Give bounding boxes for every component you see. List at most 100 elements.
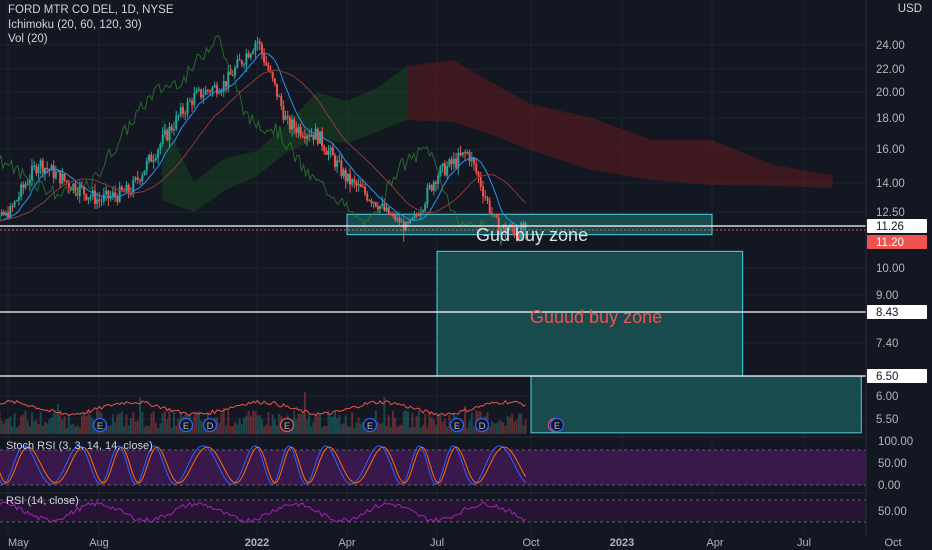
stoch-rsi-legend[interactable]: Stoch RSI (3, 3, 14, 14, close) xyxy=(6,440,153,452)
candle-body xyxy=(282,106,285,120)
volume-bar xyxy=(299,414,302,434)
price-tick-label: 14.00 xyxy=(876,178,905,190)
candle-body xyxy=(434,181,437,184)
volume-bar xyxy=(152,411,155,434)
candle-body xyxy=(209,90,212,93)
candle-body xyxy=(172,128,175,131)
ichimoku-legend[interactable]: Ichimoku (20, 60, 120, 30) xyxy=(8,19,142,31)
volume-bar xyxy=(396,426,399,434)
candle-body xyxy=(464,152,467,154)
chart-container[interactable]: EEDEEEDEE24.0022.0020.0018.0016.0014.001… xyxy=(0,0,932,550)
volume-bar xyxy=(258,415,261,434)
volume-bar xyxy=(120,411,123,434)
volume-bar xyxy=(338,414,341,434)
volume-legend[interactable]: Vol (20) xyxy=(8,33,48,45)
volume-bar xyxy=(195,411,198,434)
candle-body xyxy=(252,51,255,54)
chart-canvas[interactable]: EEDEEEDEE24.0022.0020.0018.0016.0014.001… xyxy=(0,0,932,550)
candle-body xyxy=(11,206,14,208)
candle-body xyxy=(466,152,469,154)
volume-bar xyxy=(33,421,36,434)
candle-body xyxy=(2,212,5,216)
volume-bar xyxy=(116,414,119,434)
volume-bar xyxy=(310,426,313,434)
volume-bar xyxy=(434,424,437,434)
volume-bar xyxy=(197,411,200,434)
candle-body xyxy=(193,93,196,105)
candle-body xyxy=(222,81,225,91)
price-tick-label: 24.00 xyxy=(876,40,905,52)
candle-body xyxy=(441,163,444,167)
volume-bar xyxy=(240,424,243,434)
volume-bar xyxy=(488,426,491,434)
candle-body xyxy=(91,190,94,197)
volume-bar xyxy=(402,411,405,434)
candle-body xyxy=(22,184,25,188)
candle-body xyxy=(355,181,358,186)
volume-bar xyxy=(308,414,311,434)
volume-bar xyxy=(497,420,500,434)
candle-body xyxy=(459,152,462,156)
volume-bar xyxy=(303,392,306,434)
volume-bar xyxy=(150,413,153,434)
candle-body xyxy=(85,194,88,200)
candle-body xyxy=(157,149,160,159)
volume-bar xyxy=(419,427,422,434)
volume-bar xyxy=(430,417,433,434)
volume-bar xyxy=(524,419,527,434)
volume-bar xyxy=(499,420,502,434)
candle-body xyxy=(35,165,38,174)
candle-body xyxy=(293,119,296,129)
candle-body xyxy=(391,214,394,216)
candle-body xyxy=(446,166,449,176)
candle-body xyxy=(24,184,27,188)
candle-body xyxy=(331,147,334,156)
symbol-legend[interactable]: FORD MTR CO DEL, 1D, NYSE xyxy=(8,4,174,16)
candle-body xyxy=(120,186,123,191)
volume-bar xyxy=(218,423,221,434)
volume-bar xyxy=(24,410,27,434)
candle-body xyxy=(0,212,3,216)
candle-body xyxy=(286,116,289,118)
candle-body xyxy=(98,199,101,201)
volume-bar xyxy=(336,418,339,434)
candle-body xyxy=(37,167,40,174)
volume-bar xyxy=(145,425,148,434)
candle-body xyxy=(475,163,478,173)
candle-body xyxy=(83,187,86,195)
volume-bar xyxy=(355,422,358,434)
volume-bar xyxy=(256,415,259,434)
price-tick-label: 22.00 xyxy=(876,64,905,76)
rsi-legend[interactable]: RSI (14, close) xyxy=(6,495,79,507)
candle-body xyxy=(349,173,352,185)
rsi-axis-label: 50.00 xyxy=(878,506,907,518)
candle-body xyxy=(437,175,440,184)
candle-body xyxy=(333,155,336,167)
volume-bar xyxy=(252,410,255,434)
candle-body xyxy=(247,53,250,58)
volume-bar xyxy=(159,423,162,434)
volume-bar xyxy=(522,425,525,434)
time-tick-label: Jul xyxy=(430,537,444,549)
volume-bar xyxy=(9,416,12,434)
candle-body xyxy=(361,186,364,188)
candle-body xyxy=(411,217,414,220)
event-marker-label: E xyxy=(454,421,460,432)
volume-bar xyxy=(129,418,132,434)
volume-bar xyxy=(52,412,55,434)
volume-bar xyxy=(11,426,14,434)
volume-bar xyxy=(495,423,498,434)
rsi-band xyxy=(0,500,866,522)
volume-bar xyxy=(400,424,403,434)
candle-body xyxy=(100,200,103,202)
time-tick-label: Oct xyxy=(522,537,539,549)
candle-body xyxy=(163,130,166,135)
volume-bar xyxy=(72,423,75,434)
candle-body xyxy=(243,64,246,66)
candle-body xyxy=(65,180,68,182)
candle-body xyxy=(419,212,422,216)
candle-body xyxy=(188,100,191,102)
candle-body xyxy=(170,126,173,131)
candle-body xyxy=(46,167,49,170)
volume-bar xyxy=(118,413,121,434)
